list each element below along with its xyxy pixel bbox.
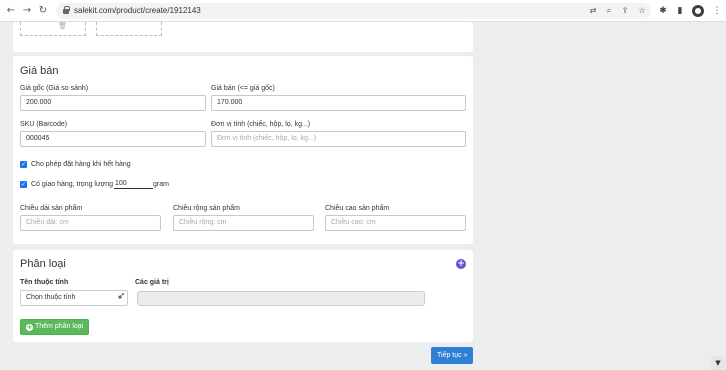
height-input[interactable]: Chiều cao: cm: [325, 215, 466, 231]
length-label: Chiều dài sản phẩm: [20, 205, 83, 212]
attr-name-header: Tên thuộc tính: [20, 279, 69, 286]
section-title-pricing: Giá bán: [20, 65, 59, 77]
translate-icon[interactable]: ⇄: [587, 5, 599, 17]
sale-price-input[interactable]: 170.000: [211, 95, 466, 111]
attr-values-header: Các giá trị: [135, 279, 169, 286]
reload-icon[interactable]: ↻: [36, 4, 50, 18]
sale-price-label: Giá bán (<= giá gốc): [211, 85, 275, 92]
media-card: 🗑: [13, 22, 473, 52]
weight-unit-label: gram: [153, 181, 169, 188]
bookmark-star-icon[interactable]: ☆: [636, 5, 648, 17]
image-slot[interactable]: 🗑: [20, 22, 86, 36]
shipping-label: Có giao hàng, trọng lượng: [31, 181, 114, 188]
menu-kebab-icon[interactable]: ⋮: [710, 4, 724, 18]
width-input[interactable]: Chiều rộng: cm: [173, 215, 314, 231]
unit-label: Đơn vị tính (chiếc, hộp, lọ, kg...): [211, 121, 311, 128]
lock-icon: [63, 6, 70, 14]
original-price-input[interactable]: 200.000: [20, 95, 206, 111]
url-text: salekit.com/product/create/1912143: [74, 6, 201, 15]
original-price-label: Giá gốc (Giá so sánh): [20, 85, 89, 92]
backorder-label: Cho phép đặt hàng khi hết hàng: [31, 161, 131, 168]
attribute-select[interactable]: Chọn thuộc tính: [20, 290, 128, 306]
back-arrow-icon[interactable]: ←: [4, 4, 18, 18]
variants-card: Phân loại + Tên thuộc tính Các giá trị C…: [13, 250, 473, 342]
scroll-down-arrow-icon[interactable]: ▼: [711, 356, 725, 370]
profile-avatar[interactable]: [692, 5, 704, 17]
weight-input[interactable]: 100: [114, 179, 153, 189]
sku-input[interactable]: 000045: [20, 131, 206, 147]
image-slot[interactable]: [96, 22, 162, 36]
sku-label: SKU (Barcode): [20, 121, 68, 128]
mouse-cursor-icon: ➶: [117, 291, 126, 302]
forward-arrow-icon[interactable]: →: [20, 4, 34, 18]
shipping-checkbox[interactable]: ✓: [20, 181, 27, 188]
trash-icon[interactable]: 🗑: [58, 22, 67, 30]
zoom-icon[interactable]: ⌕: [603, 5, 615, 17]
plus-icon: +: [26, 323, 33, 331]
continue-button[interactable]: Tiếp tục »: [431, 347, 474, 364]
extensions-puzzle-icon[interactable]: ✱: [656, 4, 670, 18]
address-bar[interactable]: salekit.com/product/create/1912143 ⇄ ⌕ ⇪…: [56, 3, 651, 19]
length-input[interactable]: Chiều dài: cm: [20, 215, 161, 231]
pricing-card: Giá bán Giá gốc (Giá so sánh) 200.000 Gi…: [13, 56, 473, 244]
attribute-values-input[interactable]: [137, 291, 425, 306]
height-label: Chiều cao sản phẩm: [325, 205, 390, 212]
add-variant-button[interactable]: + Thêm phân loại: [20, 319, 90, 335]
backorder-checkbox[interactable]: ✓: [20, 161, 27, 168]
add-variant-label: Thêm phân loại: [35, 323, 84, 330]
browser-toolbar: ← → ↻ salekit.com/product/create/1912143…: [0, 0, 726, 22]
share-icon[interactable]: ⇪: [619, 5, 631, 17]
section-title-variants: Phân loại: [20, 258, 66, 270]
width-label: Chiều rộng sản phẩm: [173, 205, 240, 212]
sidebar-panel-icon[interactable]: ▮: [673, 4, 687, 18]
unit-input[interactable]: Đơn vị tính (chiếc, hộp, lọ, kg...): [211, 131, 466, 147]
add-variant-plus-icon[interactable]: +: [456, 259, 466, 269]
